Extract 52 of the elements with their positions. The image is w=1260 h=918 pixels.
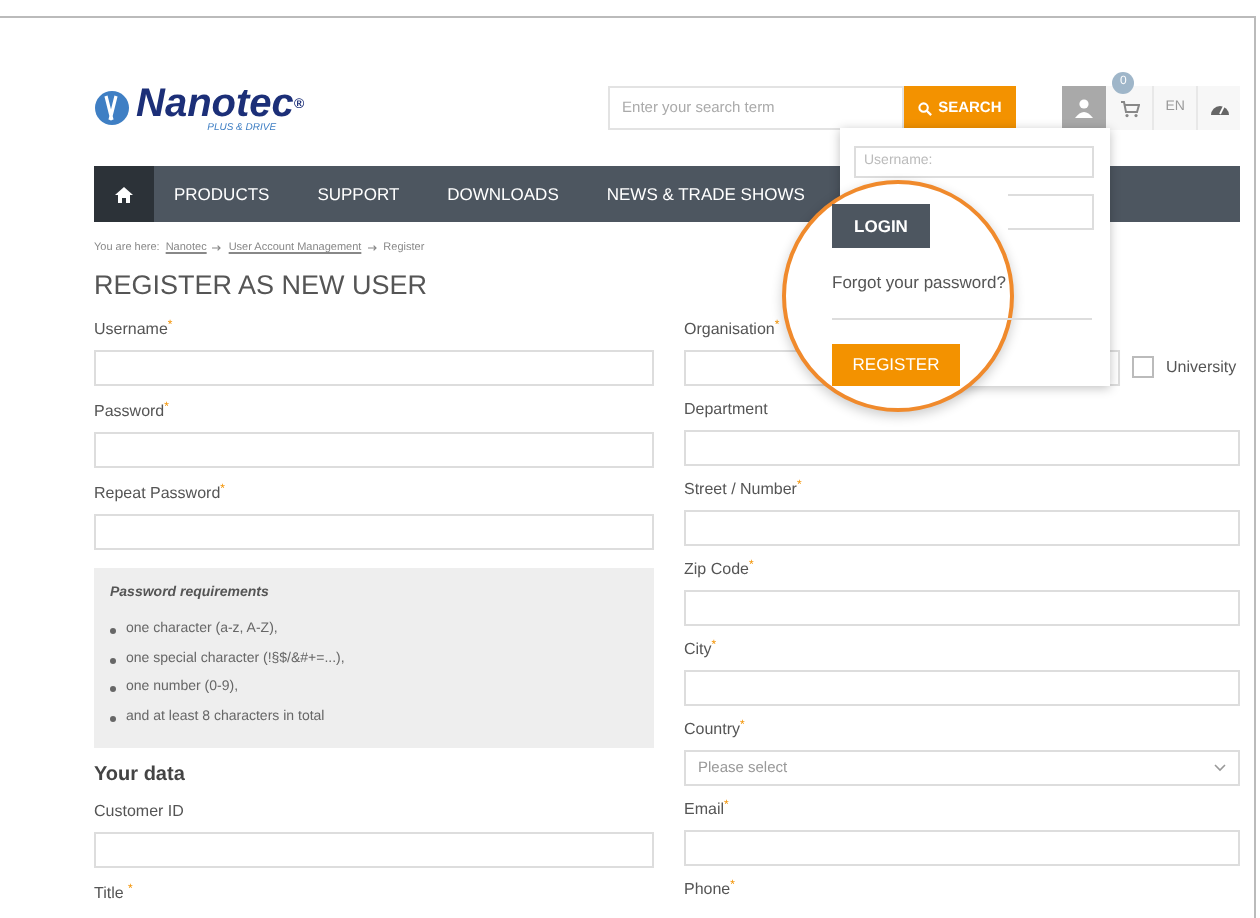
nav-link[interactable]: PRODUCTS <box>174 181 270 207</box>
field-label: Organisation$^{*}$ <box>684 321 782 338</box>
gauge-icon <box>1209 100 1230 116</box>
bullet-icon <box>110 628 116 634</box>
bullet-icon <box>110 657 116 663</box>
field-label: Country$^{*}$ <box>684 721 747 738</box>
arrow-right-icon <box>367 244 378 253</box>
user-button[interactable] <box>1062 86 1107 130</box>
nav-link[interactable]: DOWNLOADS <box>447 181 559 207</box>
field-label: Street / Number$^{*}$ <box>684 481 804 498</box>
field-label: Department <box>684 401 770 418</box>
cart-button[interactable] <box>1106 86 1153 130</box>
field-label: Customer ID <box>94 803 186 820</box>
field-label: Password$^{*}$ <box>94 403 171 420</box>
input-field[interactable] <box>684 429 1240 466</box>
input-field[interactable] <box>684 509 1240 546</box>
field-label: Zip Code$^{*}$ <box>684 561 756 578</box>
nav-link[interactable]: SUPPORT <box>317 181 400 207</box>
input-field[interactable] <box>94 831 654 868</box>
field-label: City$^{*}$ <box>684 641 719 658</box>
nav-link[interactable]: NEWS & TRADE SHOWS <box>606 181 805 207</box>
input-field[interactable] <box>94 513 654 550</box>
input-field[interactable] <box>94 349 654 386</box>
home-icon <box>114 185 134 203</box>
logo-text: Nanotec$^{®}$ <box>136 83 305 123</box>
logo-mark-icon <box>94 90 130 126</box>
input-field[interactable] <box>684 829 1240 866</box>
input-field[interactable] <box>684 589 1240 626</box>
arrow-right-icon <box>212 244 223 253</box>
checkbox[interactable] <box>1132 356 1154 379</box>
field-label: Email$^{*}$ <box>684 801 731 818</box>
page-title: REGISTER AS NEW USER <box>94 272 428 300</box>
forgot-password-link[interactable]: Forgot your password? <box>832 270 1006 296</box>
login-button[interactable]: LOGIN <box>832 204 930 248</box>
cart-icon <box>1119 99 1140 117</box>
dashboard-button[interactable] <box>1196 86 1240 130</box>
input-field[interactable] <box>684 669 1240 706</box>
field-label: Repeat Password$^{*}$ <box>94 485 227 502</box>
user-icon <box>1074 98 1095 118</box>
password-field[interactable] <box>1008 194 1094 230</box>
field-label: Title $^{*}$ <box>94 885 135 902</box>
input-field[interactable] <box>94 431 654 468</box>
checkbox-label: University <box>1166 355 1237 380</box>
section-heading: Your data <box>94 765 187 786</box>
register-button[interactable]: REGISTER <box>832 344 960 386</box>
bullet-icon <box>110 715 116 721</box>
field-label: Username$^{*}$ <box>94 321 175 338</box>
chevron-down-icon <box>1214 763 1226 772</box>
bullet-icon <box>110 686 116 692</box>
field-label: Phone$^{*}$ <box>684 881 737 898</box>
search-icon <box>918 101 933 115</box>
home-tab[interactable] <box>94 166 154 222</box>
